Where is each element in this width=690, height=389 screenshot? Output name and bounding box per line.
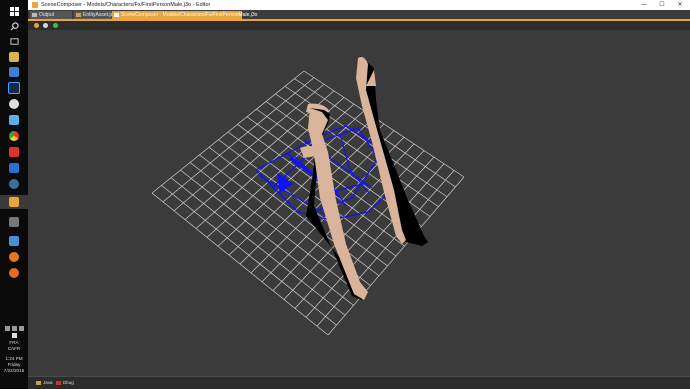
app-icon[interactable]	[6, 144, 22, 160]
volume-icon[interactable]	[11, 326, 17, 331]
chrome-icon[interactable]	[6, 128, 22, 144]
java-file-icon	[76, 13, 81, 17]
tab-output[interactable]: Output	[30, 11, 72, 19]
3d-viewport[interactable]	[28, 30, 690, 376]
firefox-icon[interactable]	[6, 265, 22, 281]
status-debug-label: Dbug	[63, 380, 74, 385]
tab-label: Output	[39, 12, 55, 18]
calculator-icon[interactable]	[6, 214, 22, 230]
scene-toolbar	[28, 21, 690, 30]
system-tray: FRA CAFR 1:24 PM Friday 7/22/2016	[0, 326, 28, 374]
cube-icon[interactable]	[6, 112, 22, 128]
steam-icon[interactable]	[6, 176, 22, 192]
debug-icon	[56, 381, 61, 385]
output-icon	[32, 13, 37, 17]
windows-icon[interactable]	[6, 160, 22, 176]
file-explorer-icon[interactable]	[6, 49, 22, 65]
maximize-button[interactable]: ☐	[653, 0, 671, 10]
status-java[interactable]: Java	[36, 380, 53, 386]
network-icon[interactable]	[4, 326, 10, 331]
notifications-icon[interactable]	[18, 326, 24, 331]
title-bar[interactable]: SceneComposer - Models/Characters/Fx/Fir…	[28, 0, 690, 10]
java-icon	[36, 381, 41, 385]
tab-scenecomposer[interactable]: SceneComposer - Models/Characters/Fx/Fir…	[112, 11, 257, 19]
windows-taskbar: FRA CAFR 1:24 PM Friday 7/22/2016	[0, 0, 29, 388]
right-arm-mesh	[356, 56, 428, 246]
scene-canvas[interactable]	[28, 30, 690, 376]
close-button[interactable]: ✕	[671, 0, 689, 10]
camera-icon[interactable]	[34, 23, 39, 28]
music-icon[interactable]	[6, 96, 22, 112]
move-icon[interactable]	[53, 23, 58, 28]
task-view-icon[interactable]	[6, 33, 22, 49]
scene-icon	[114, 13, 119, 17]
editor-window: SceneComposer - Models/Characters/Fx/Fir…	[28, 0, 690, 389]
eye-icon[interactable]	[43, 23, 48, 28]
editor-tabs: Output EntityAsset.java SceneComposer - …	[28, 10, 690, 21]
settings-icon[interactable]	[6, 64, 22, 80]
status-bar: Java Dbug	[28, 376, 690, 389]
status-java-label: Java	[43, 380, 53, 385]
search-icon[interactable]	[6, 18, 22, 34]
tab-label: SceneComposer - Models/Characters/Fx/Fir…	[121, 12, 258, 18]
status-debug[interactable]: Dbug	[56, 380, 74, 386]
app-logo-icon	[32, 2, 38, 8]
window-title: SceneComposer - Models/Characters/Fx/Fir…	[41, 2, 211, 8]
gallery-icon[interactable]	[6, 233, 22, 249]
blender-icon[interactable]	[6, 249, 22, 265]
action-center-icon[interactable]	[11, 333, 17, 338]
photoshop-icon[interactable]	[6, 80, 22, 96]
clock-date: 7/22/2016	[3, 368, 25, 373]
language-secondary[interactable]: CAFR	[0, 346, 28, 352]
editor-icon[interactable]	[0, 195, 28, 209]
minimize-button[interactable]: —	[635, 0, 653, 10]
start-icon[interactable]	[6, 3, 22, 19]
